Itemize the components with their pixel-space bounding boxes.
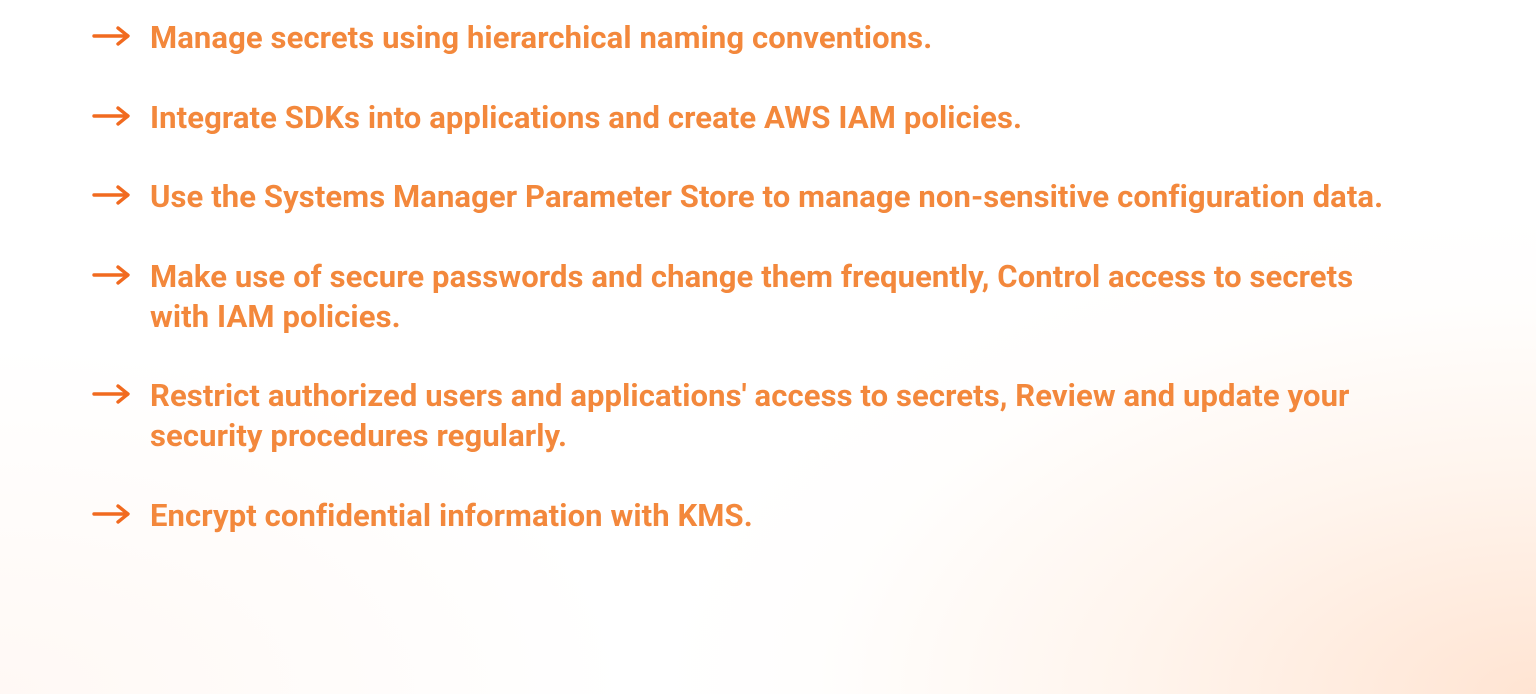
list-item: Restrict authorized users and applicatio… (92, 376, 1456, 455)
list-item-text: Encrypt confidential information with KM… (150, 496, 753, 536)
list-item: Make use of secure passwords and change … (92, 257, 1456, 336)
arrow-right-icon (92, 24, 132, 48)
list-item: Manage secrets using hierarchical naming… (92, 18, 1456, 58)
list-item-text: Make use of secure passwords and change … (150, 257, 1390, 336)
arrow-right-icon (92, 382, 132, 406)
list-item-text: Restrict authorized users and applicatio… (150, 376, 1390, 455)
arrow-right-icon (92, 183, 132, 207)
list-item-text: Use the Systems Manager Parameter Store … (150, 177, 1383, 217)
list-item-text: Integrate SDKs into applications and cre… (150, 98, 1022, 138)
list-item: Use the Systems Manager Parameter Store … (92, 177, 1456, 217)
list-item-text: Manage secrets using hierarchical naming… (150, 18, 932, 58)
bullet-list: Manage secrets using hierarchical naming… (92, 18, 1456, 535)
list-item: Integrate SDKs into applications and cre… (92, 98, 1456, 138)
arrow-right-icon (92, 104, 132, 128)
arrow-right-icon (92, 502, 132, 526)
arrow-right-icon (92, 263, 132, 287)
list-item: Encrypt confidential information with KM… (92, 496, 1456, 536)
